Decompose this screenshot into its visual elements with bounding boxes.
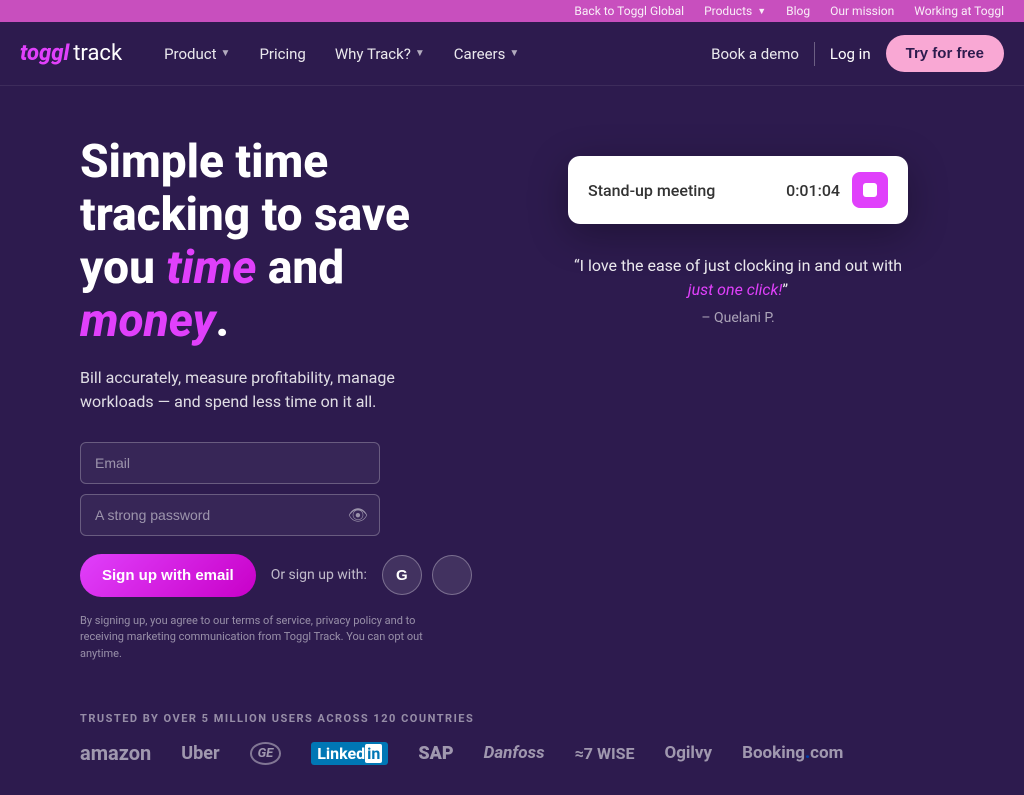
linkedin-logo: Linkedin — [311, 742, 388, 765]
signup-button[interactable]: Sign up with email — [80, 554, 256, 597]
danfoss-logo: Danfoss — [484, 743, 545, 763]
hero-title: Simple time tracking to save you time an… — [80, 136, 492, 348]
testimonial-highlight: just one click! — [688, 280, 783, 299]
main-nav: toggl track Product ▼ Pricing Why Track?… — [0, 22, 1024, 86]
why-track-chevron-icon: ▼ — [415, 48, 425, 59]
hero-right: Stand-up meeting 0:01:04 “I love the eas… — [532, 136, 944, 662]
google-signin-button[interactable]: G — [382, 555, 422, 595]
booking-logo: Booking.com — [742, 743, 843, 763]
uber-logo: Uber — [181, 743, 219, 764]
timer-label: Stand-up meeting — [588, 181, 715, 200]
signup-form: 👁 — [80, 442, 380, 536]
testimonial: “I love the ease of just clocking in and… — [568, 254, 908, 326]
products-link[interactable]: Products ▼ — [704, 4, 766, 18]
nav-right: Book a demo Log in Try for free — [711, 35, 1004, 72]
stop-icon — [863, 183, 877, 197]
blog-link[interactable]: Blog — [786, 4, 810, 18]
ge-logo: GE — [250, 742, 282, 765]
hero-section: Simple time tracking to save you time an… — [0, 86, 1024, 692]
nav-careers[interactable]: Careers ▼ — [442, 37, 532, 71]
ogilvy-logo: Ogilvy — [664, 743, 712, 763]
password-wrapper: 👁 — [80, 494, 380, 536]
logo[interactable]: toggl track — [20, 41, 122, 66]
sap-logo: SAP — [418, 743, 453, 764]
timer-card: Stand-up meeting 0:01:04 — [568, 156, 908, 224]
apple-signin-button[interactable] — [432, 555, 472, 595]
nav-why-track[interactable]: Why Track? ▼ — [323, 37, 437, 71]
eye-icon[interactable]: 👁 — [348, 505, 368, 524]
stop-timer-button[interactable] — [852, 172, 888, 208]
top-bar: Back to Toggl Global Products ▼ Blog Our… — [0, 0, 1024, 22]
nav-divider — [814, 42, 815, 66]
signup-row: Sign up with email Or sign up with: G — [80, 554, 492, 597]
testimonial-author: – Quelani P. — [568, 310, 908, 326]
log-in-link[interactable]: Log in — [830, 45, 871, 63]
careers-chevron-icon: ▼ — [509, 48, 519, 59]
terms-text: By signing up, you agree to our terms of… — [80, 613, 460, 663]
wise-logo: ≈7 WISE — [575, 744, 635, 763]
nav-product[interactable]: Product ▼ — [152, 37, 242, 71]
hero-subtitle: Bill accurately, measure profitability, … — [80, 366, 460, 414]
nav-links: Product ▼ Pricing Why Track? ▼ Careers ▼ — [152, 37, 711, 71]
book-demo-link[interactable]: Book a demo — [711, 45, 799, 63]
google-icon: G — [396, 567, 408, 584]
social-buttons: G — [382, 555, 472, 595]
back-to-toggl-link[interactable]: Back to Toggl Global — [574, 4, 684, 18]
email-input[interactable] — [80, 442, 380, 484]
nav-pricing[interactable]: Pricing — [247, 37, 317, 71]
trusted-label: TRUSTED BY OVER 5 MILLION USERS ACROSS 1… — [80, 712, 944, 725]
our-mission-link[interactable]: Our mission — [830, 4, 894, 18]
timer-right: 0:01:04 — [786, 172, 888, 208]
logo-track: track — [73, 41, 122, 66]
amazon-logo: amazon — [80, 741, 151, 765]
working-at-toggl-link[interactable]: Working at Toggl — [914, 4, 1004, 18]
product-chevron-icon: ▼ — [221, 48, 231, 59]
timer-value: 0:01:04 — [786, 181, 840, 200]
or-signup-label: Or sign up with: — [271, 567, 367, 583]
logo-toggl: toggl — [20, 41, 69, 66]
time-highlight: time — [166, 241, 256, 295]
password-input[interactable] — [80, 494, 380, 536]
brand-logos: amazon Uber GE Linkedin SAP Danfoss ≈7 W… — [80, 741, 944, 765]
try-free-button[interactable]: Try for free — [886, 35, 1004, 72]
hero-left: Simple time tracking to save you time an… — [80, 136, 492, 662]
trusted-section: TRUSTED BY OVER 5 MILLION USERS ACROSS 1… — [0, 692, 1024, 795]
testimonial-quote: “I love the ease of just clocking in and… — [568, 254, 908, 302]
products-chevron-icon: ▼ — [757, 6, 766, 17]
money-highlight: money — [80, 294, 215, 348]
